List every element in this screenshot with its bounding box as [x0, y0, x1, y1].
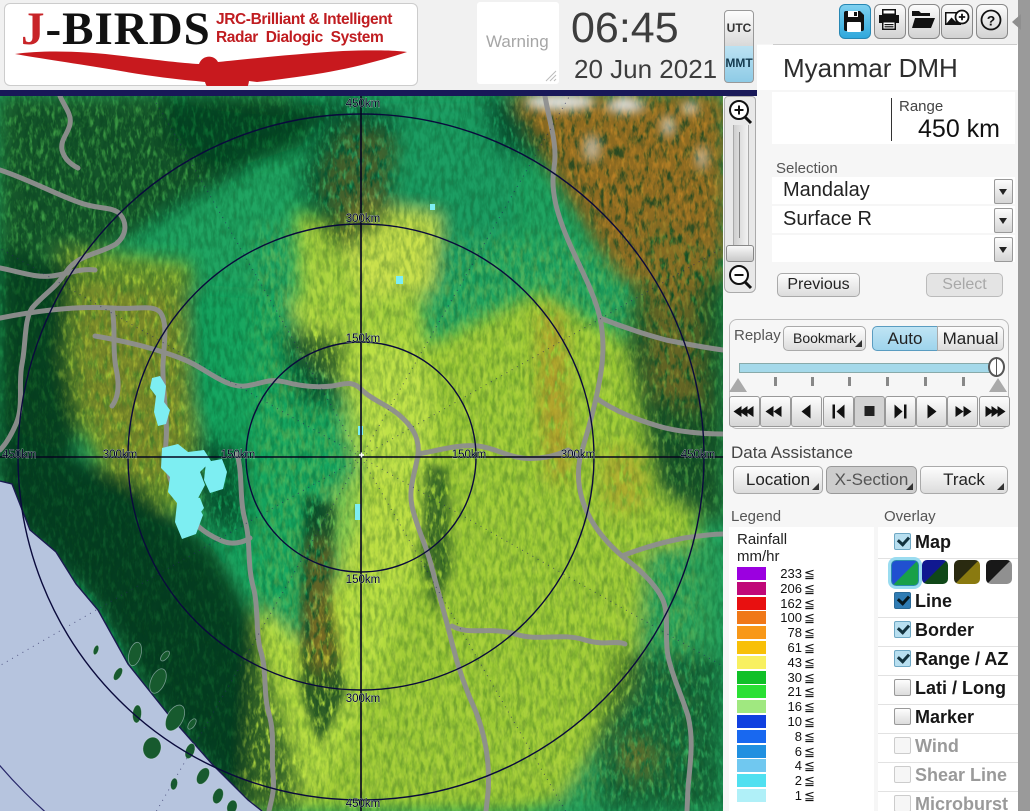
svg-text:150km: 150km — [346, 333, 381, 345]
svg-text:300km: 300km — [346, 693, 381, 705]
svg-text:300km: 300km — [561, 449, 596, 461]
svg-text:450km: 450km — [681, 449, 716, 461]
svg-text:450km: 450km — [2, 449, 37, 461]
svg-text:150km: 150km — [221, 449, 256, 461]
svg-text:?: ? — [987, 13, 996, 29]
svg-text:300km: 300km — [103, 449, 138, 461]
svg-text:150km: 150km — [452, 449, 487, 461]
svg-text:150km: 150km — [346, 574, 381, 586]
svg-text:450km: 450km — [346, 98, 381, 110]
svg-text:300km: 300km — [346, 213, 381, 225]
svg-text:450km: 450km — [346, 798, 381, 810]
